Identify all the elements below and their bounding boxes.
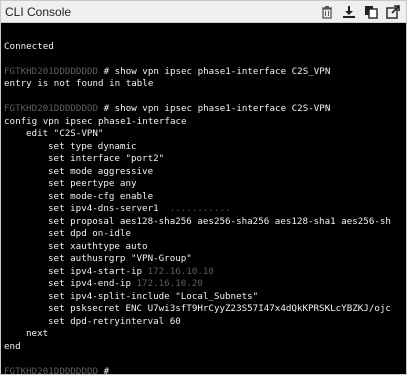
setting-key: set ipv4-dns-server1 [48, 203, 159, 214]
setting-line: set ipv4-end-ip 172.16.10.20 [4, 278, 406, 291]
setting-line: set dpd-retryinterval 60 [48, 315, 181, 327]
config-line: config vpn ipsec phase1-interface [4, 115, 187, 127]
error-line: entry is not found in table [4, 78, 154, 89]
window-title: CLI Console [5, 4, 72, 19]
command-text: # show vpn ipsec phase1-interface C2S_VP… [98, 65, 331, 77]
setting-line: set interface "port2" [48, 153, 165, 164]
setting-line: set dpd on-idle [48, 228, 131, 239]
setting-line: set mode aggressive [48, 165, 154, 177]
setting-line: set mode-cfg enable [48, 190, 154, 202]
command-line-2: FGTKHD201DDDDDDDD # show vpn ipsec phase… [4, 103, 406, 116]
masked-value: 172.16.10.20 [130, 278, 203, 289]
terminal-output[interactable]: Connected FGTKHD201DDDDDDDD # show vpn i… [1, 23, 406, 374]
cli-console-window: CLI Console Connected FGTKHD201DDDDDDDD … [0, 0, 407, 375]
command-line-1: FGTKHD201DDDDDDDD # show vpn ipsec phase… [4, 66, 406, 79]
command-text: # show vpn ipsec phase1-interface C2S-VP… [98, 103, 331, 114]
setting-line: set ipv4-split-include "Local_Subnets" [48, 290, 259, 302]
trash-icon[interactable] [320, 5, 334, 19]
expand-icon[interactable] [386, 4, 400, 19]
connected-line: Connected [4, 40, 54, 52]
setting-key: set ipv4-end-ip [48, 278, 131, 289]
setting-line: set xauthtype auto [48, 240, 148, 252]
prompt-symbol: # [98, 365, 110, 375]
masked-value: 172.16.10.10 [142, 265, 214, 277]
toolbar [320, 4, 400, 19]
setting-line: set type dynamic [48, 140, 137, 152]
setting-line: set ipv4-dns-server1 ........... [4, 203, 406, 216]
setting-key: set ipv4-start-ip [48, 265, 143, 277]
prompt-line[interactable]: FGTKHD201DDDDDDDD # [4, 366, 406, 375]
setting-line: set psksecret ENC U7wi3sfT9HrCyyZ23S57I4… [48, 303, 391, 314]
setting-line: set proposal aes128-sha256 aes256-sha256… [48, 215, 391, 227]
hostname-masked: FGTKHD201DDDDDDDD [4, 365, 99, 375]
hostname-masked: FGTKHD201DDDDDDDD [4, 103, 99, 114]
setting-line: set ipv4-start-ip 172.16.10.10 [4, 266, 406, 279]
hostname-masked: FGTKHD201DDDDDDDD [4, 65, 99, 77]
setting-line: set authusrgrp "VPN-Group" [48, 253, 192, 264]
masked-value: ........... [158, 203, 231, 214]
edit-line: edit "C2S-VPN" [26, 128, 104, 139]
next-line: next [26, 328, 49, 339]
download-icon[interactable] [342, 5, 356, 19]
setting-line: set peertype any [48, 178, 137, 189]
title-bar: CLI Console [1, 1, 406, 23]
end-line: end [4, 340, 21, 352]
copy-icon[interactable] [364, 5, 378, 19]
